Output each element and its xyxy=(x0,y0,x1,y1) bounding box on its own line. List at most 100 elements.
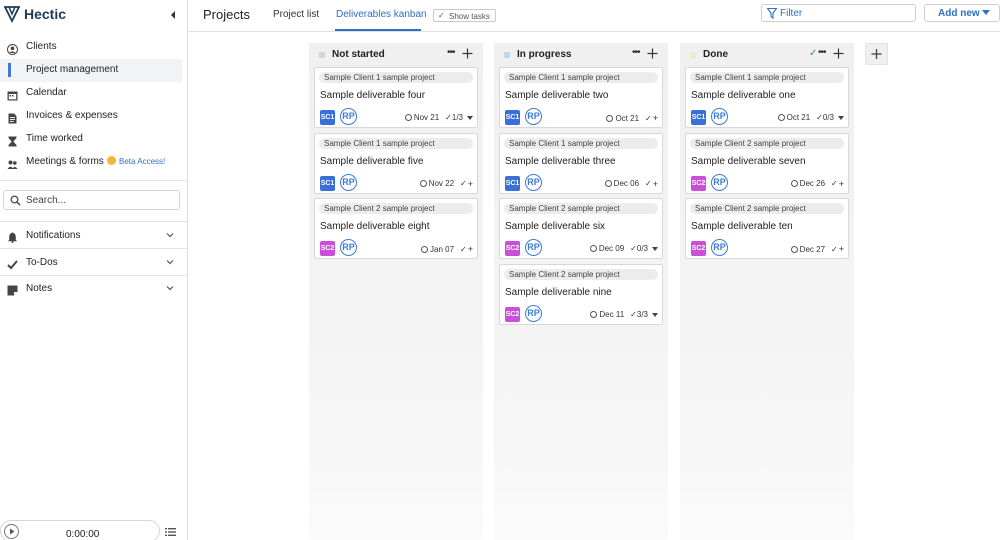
due-date[interactable]: Dec 06 xyxy=(614,179,639,188)
section-notes[interactable]: Notes xyxy=(0,275,188,301)
due-date[interactable]: Jan 07 xyxy=(430,245,454,254)
project-tag[interactable]: Sample Client 2 sample project xyxy=(319,203,473,215)
timer-widget[interactable]: 0:00:00 xyxy=(0,520,160,540)
deliverable-card[interactable]: Sample Client 1 sample project Sample del… xyxy=(499,132,663,194)
beta-access-badge[interactable]: Beta Access! xyxy=(107,156,165,166)
tab-deliverables-kanban[interactable]: Deliverables kanban xyxy=(336,9,427,20)
project-tag[interactable]: Sample Client 1 sample project xyxy=(504,137,658,149)
deliverable-card[interactable]: Sample Client 1 sample project Sample del… xyxy=(685,67,849,128)
clock-icon xyxy=(777,114,785,121)
active-tab-indicator xyxy=(335,29,421,31)
add-card-icon[interactable] xyxy=(462,48,473,59)
project-tag[interactable]: Sample Client 1 sample project xyxy=(319,72,473,83)
column-not-started: Not started ••• Sample Client 1 sample pro… xyxy=(309,43,483,540)
chevron-down-icon[interactable] xyxy=(652,246,658,251)
list-icon[interactable] xyxy=(165,527,176,537)
chevron-down-icon[interactable] xyxy=(652,312,658,317)
due-date[interactable]: Oct 21 xyxy=(615,114,639,123)
add-task-icon[interactable]: + xyxy=(468,244,473,254)
section-label: Notes xyxy=(26,283,53,294)
more-options-icon[interactable]: ••• xyxy=(818,47,826,58)
project-tag[interactable]: Sample Client 1 sample project xyxy=(690,72,844,83)
project-tag[interactable]: Sample Client 2 sample project xyxy=(504,269,658,281)
sidebar-item-invoices-expenses[interactable]: Invoices & expenses xyxy=(0,105,182,128)
column-title: Done xyxy=(703,49,728,60)
due-date[interactable]: Dec 26 xyxy=(800,179,825,188)
card-list: Sample Client 1 sample project Sample del… xyxy=(314,67,478,264)
add-task-icon[interactable]: + xyxy=(653,113,658,123)
add-task-icon[interactable]: + xyxy=(839,244,844,254)
avatar[interactable]: RP xyxy=(525,108,542,125)
avatar[interactable]: RP xyxy=(525,239,542,257)
chevron-down-icon[interactable] xyxy=(165,257,175,267)
due-date[interactable]: Dec 09 xyxy=(599,244,624,253)
show-tasks-toggle[interactable]: ✓ Show tasks xyxy=(433,9,496,22)
avatar[interactable]: RP xyxy=(525,173,542,191)
sidebar-item-time-worked[interactable]: Time worked xyxy=(0,128,182,151)
sidebar-item-project-management[interactable]: Project management xyxy=(0,59,182,82)
filter-box[interactable] xyxy=(761,4,916,22)
avatar[interactable]: RP xyxy=(711,239,728,257)
search-icon xyxy=(10,195,21,206)
more-options-icon[interactable]: ••• xyxy=(632,47,640,58)
avatar[interactable]: RP xyxy=(340,108,357,125)
deliverable-card[interactable]: Sample Client 2 sample project Sample del… xyxy=(685,198,849,260)
deliverable-card[interactable]: Sample Client 2 sample project Sample del… xyxy=(499,198,663,260)
deliverable-card[interactable]: Sample Client 2 sample project Sample del… xyxy=(685,132,849,194)
sidebar-item-meetings-forms[interactable]: Meetings & forms Beta Access! xyxy=(0,151,182,174)
column-header: In progress ••• xyxy=(494,43,668,65)
add-task-icon[interactable]: + xyxy=(839,179,844,189)
document-icon xyxy=(7,111,18,124)
deliverable-card[interactable]: Sample Client 1 sample project Sample del… xyxy=(499,67,663,128)
due-date[interactable]: Dec 11 xyxy=(599,310,624,319)
chevron-down-icon[interactable] xyxy=(838,115,844,120)
deliverable-card[interactable]: Sample Client 2 sample project Sample del… xyxy=(314,198,478,260)
clock-icon xyxy=(404,114,412,121)
person-circle-icon xyxy=(7,42,18,55)
chevron-down-icon[interactable] xyxy=(165,230,175,240)
deliverable-card[interactable]: Sample Client 1 sample project Sample del… xyxy=(314,132,478,194)
project-tag[interactable]: Sample Client 2 sample project xyxy=(504,203,658,215)
add-column-button[interactable] xyxy=(865,43,888,65)
due-date[interactable]: Dec 27 xyxy=(800,245,825,254)
add-task-icon[interactable]: + xyxy=(468,179,473,189)
deliverable-card[interactable]: Sample Client 1 sample project Sample del… xyxy=(314,67,478,128)
calendar-icon xyxy=(7,88,18,101)
avatar[interactable]: RP xyxy=(340,239,357,257)
deliverable-title: Sample deliverable eight xyxy=(320,221,430,233)
search-input[interactable] xyxy=(26,193,176,207)
due-date[interactable]: Nov 21 xyxy=(414,113,439,122)
sidebar-item-label: Meetings & forms xyxy=(26,156,104,167)
add-task-icon[interactable]: + xyxy=(653,179,658,189)
sidebar-item-calendar[interactable]: Calendar xyxy=(0,82,182,105)
section-notifications[interactable]: Notifications xyxy=(0,222,188,248)
client-badge: SC1 xyxy=(505,175,520,191)
project-tag[interactable]: Sample Client 1 sample project xyxy=(319,137,473,149)
due-date[interactable]: Oct 21 xyxy=(787,113,811,122)
collapse-sidebar-icon[interactable] xyxy=(168,9,178,21)
search-box[interactable] xyxy=(3,190,180,210)
section-label: To-Dos xyxy=(26,256,58,268)
avatar[interactable]: RP xyxy=(525,305,542,323)
chevron-down-icon[interactable] xyxy=(165,283,175,293)
add-new-button[interactable]: Add new xyxy=(924,4,1000,22)
avatar[interactable]: RP xyxy=(711,173,728,191)
chevron-down-icon[interactable] xyxy=(467,115,473,120)
card-meta: Dec 27 ✓ + xyxy=(790,244,844,254)
project-tag[interactable]: Sample Client 1 sample project xyxy=(504,72,658,83)
avatar[interactable]: RP xyxy=(340,173,357,191)
due-date[interactable]: Nov 22 xyxy=(429,179,454,188)
avatar[interactable]: RP xyxy=(711,108,728,125)
add-card-icon[interactable] xyxy=(833,48,844,59)
project-tag[interactable]: Sample Client 2 sample project xyxy=(690,203,844,215)
project-tag[interactable]: Sample Client 2 sample project xyxy=(690,137,844,149)
deliverable-card[interactable]: Sample Client 2 sample project Sample del… xyxy=(499,264,663,326)
tab-project-list[interactable]: Project list xyxy=(273,9,319,20)
sidebar-item-clients[interactable]: Clients xyxy=(0,36,182,59)
filter-input[interactable] xyxy=(780,7,910,20)
section-to-dos[interactable]: To-Dos xyxy=(0,249,188,275)
add-card-icon[interactable] xyxy=(647,48,658,59)
more-options-icon[interactable]: ••• xyxy=(447,47,455,58)
play-button[interactable] xyxy=(4,524,19,539)
card-list: Sample Client 1 sample project Sample del… xyxy=(499,67,663,330)
